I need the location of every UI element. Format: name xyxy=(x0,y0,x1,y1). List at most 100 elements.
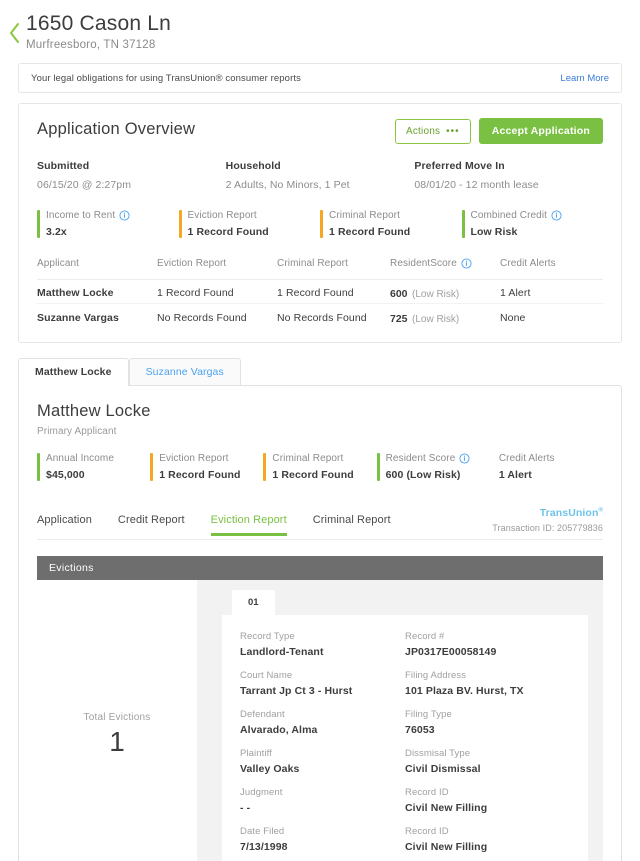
report-tab[interactable]: Criminal Report xyxy=(313,508,391,535)
transunion-logo: TransUnion® xyxy=(540,507,603,519)
record-field: Court Name Tarrant Jp Ct 3 - Hurst xyxy=(240,670,405,697)
metric-label-text: Combined Credit xyxy=(470,210,548,221)
evictions-body: Total Evictions 1 01 Record Type Landlord… xyxy=(37,580,603,861)
ellipsis-icon: ••• xyxy=(446,125,460,137)
application-overview-card: Application Overview Actions ••• Accept … xyxy=(18,103,622,343)
score-value: 600 xyxy=(390,288,408,300)
table-column-header: Credit Alerts xyxy=(500,258,603,269)
metric-label: Eviction Report xyxy=(159,453,263,464)
metric-item: Criminal Report 1 Record Found xyxy=(263,453,376,481)
table-header-row: Applicant Eviction Report Criminal Report R… xyxy=(37,258,603,280)
page-header: 1650 Cason Ln Murfreesboro, TN 37128 xyxy=(0,0,640,51)
summary-col: Household 2 Adults, No Minors, 1 Pet xyxy=(226,160,415,192)
metric-accent-bar xyxy=(37,453,40,481)
learn-more-link[interactable]: Learn More xyxy=(560,73,609,84)
column-label: Credit Alerts xyxy=(500,258,556,269)
table-row[interactable]: Matthew Locke 1 Record Found 1 Record Foun… xyxy=(37,280,603,304)
field-value: 76053 xyxy=(405,724,435,736)
cell-criminal: No Records Found xyxy=(277,311,367,324)
overview-title: Application Overview xyxy=(37,120,196,138)
transaction-id: Transaction ID: 205779836 xyxy=(492,523,603,533)
metric-label: Annual Income xyxy=(46,453,150,464)
transunion-logo-text: TransUnion xyxy=(539,507,599,519)
cell-applicant: Suzanne Vargas xyxy=(37,311,119,324)
record-tab[interactable]: 01 xyxy=(232,590,275,615)
metric-label-text: Annual Income xyxy=(46,453,115,464)
metric-value: 1 Record Found xyxy=(187,226,269,238)
field-label: Date Filed xyxy=(240,826,285,837)
metric-label: Combined Credit xyxy=(471,210,604,221)
summary-row: Submitted 06/15/20 @ 2:27pm Household 2 Adu… xyxy=(37,160,603,192)
report-tab[interactable]: Credit Report xyxy=(118,508,185,535)
metric-label: Credit Alerts xyxy=(499,453,603,464)
legal-notice-bar: Your legal obligations for using TransUn… xyxy=(18,63,622,93)
info-icon xyxy=(119,210,130,221)
table-column-header: ResidentScore xyxy=(390,258,500,269)
accept-application-button[interactable]: Accept Application xyxy=(478,118,603,144)
actions-button[interactable]: Actions ••• xyxy=(394,118,471,144)
info-icon xyxy=(461,258,472,269)
metric-label-text: Credit Alerts xyxy=(498,453,555,464)
info-icon xyxy=(459,453,470,464)
metric-accent-bar xyxy=(320,210,323,238)
field-label: Plaintiff xyxy=(240,748,272,759)
metric-item: Annual Income $45,000 xyxy=(37,453,150,481)
metric-label: Criminal Report xyxy=(329,210,462,221)
applicant-name: Matthew Locke xyxy=(37,402,151,420)
evictions-section-header: Evictions xyxy=(37,556,603,580)
total-evictions-panel: Total Evictions 1 xyxy=(37,580,197,861)
cell-score: 600 (Low Risk) xyxy=(390,284,500,302)
applicant-tabs: Matthew Locke Suzanne Vargas xyxy=(18,357,640,386)
cell-alerts: 1 Alert xyxy=(500,287,531,299)
total-evictions-value: 1 xyxy=(109,725,125,757)
metric-item: Eviction Report 1 Record Found xyxy=(150,453,263,481)
field-value: Civil New Filling xyxy=(405,802,488,814)
metric-value: $45,000 xyxy=(46,469,85,481)
overview-metrics: Income to Rent 3.2x Eviction Report 1 Recor… xyxy=(37,210,603,238)
metric-value: 1 Record Found xyxy=(272,469,354,481)
applicant-tab[interactable]: Suzanne Vargas xyxy=(128,358,241,385)
summary-label: Preferred Move In xyxy=(414,160,505,172)
summary-col: Submitted 06/15/20 @ 2:27pm xyxy=(37,160,226,192)
report-tabs: Application Credit Report Eviction Report C… xyxy=(37,503,603,540)
record-field: Judgment - - xyxy=(240,787,405,814)
table-column-header: Criminal Report xyxy=(277,258,390,269)
summary-value: 08/01/20 - 12 month lease xyxy=(414,179,539,191)
metric-item: Resident Score 600 (Low Risk) xyxy=(376,453,490,481)
applicant-tab[interactable]: Matthew Locke xyxy=(18,358,129,386)
field-value: Landlord-Tenant xyxy=(240,646,324,658)
applicant-role: Primary Applicant xyxy=(37,426,117,437)
info-icon xyxy=(551,210,562,221)
metric-label-text: Resident Score xyxy=(385,453,456,464)
field-label: Filing Address xyxy=(405,670,467,681)
application-report-page: 1650 Cason Ln Murfreesboro, TN 37128 You… xyxy=(0,0,640,861)
metric-accent-bar xyxy=(150,453,154,481)
report-tab[interactable]: Eviction Report xyxy=(210,508,287,536)
field-label: Record ID xyxy=(405,787,449,798)
metric-value: 3.2x xyxy=(46,226,67,238)
cell-eviction: 1 Record Found xyxy=(157,287,234,299)
chevron-left-icon[interactable] xyxy=(6,20,22,46)
metric-item: Eviction Report 1 Record Found xyxy=(178,210,321,238)
field-value: - - xyxy=(240,802,251,814)
summary-value: 2 Adults, No Minors, 1 Pet xyxy=(225,179,350,191)
field-value: 101 Plaza BV. Hurst, TX xyxy=(405,685,524,697)
report-tabs-list: Application Credit Report Eviction Report C… xyxy=(37,508,417,536)
record-tabs: 01 xyxy=(222,590,603,615)
field-value: Valley Oaks xyxy=(240,763,300,775)
table-row[interactable]: Suzanne Vargas No Records Found No Records… xyxy=(37,304,603,328)
registered-mark-icon: ® xyxy=(598,507,603,514)
overview-actions: Actions ••• Accept Application xyxy=(394,118,603,144)
field-value: Civil Dismissal xyxy=(405,763,481,775)
total-evictions-label: Total Evictions xyxy=(83,711,151,723)
eviction-record-panel: Record Type Landlord-Tenant Record # JP0317… xyxy=(222,615,588,861)
metric-item: Combined Credit Low Risk xyxy=(461,210,604,238)
record-field: Record Type Landlord-Tenant xyxy=(240,631,405,658)
field-label: Record # xyxy=(405,631,445,642)
record-fields: Record Type Landlord-Tenant Record # JP0317… xyxy=(240,631,570,861)
metric-value: Low Risk xyxy=(470,226,518,238)
metric-value: 1 Alert xyxy=(498,469,532,481)
metric-label: Resident Score xyxy=(386,453,490,464)
report-tab[interactable]: Application xyxy=(37,508,92,535)
header-text: 1650 Cason Ln Murfreesboro, TN 37128 xyxy=(26,12,171,51)
